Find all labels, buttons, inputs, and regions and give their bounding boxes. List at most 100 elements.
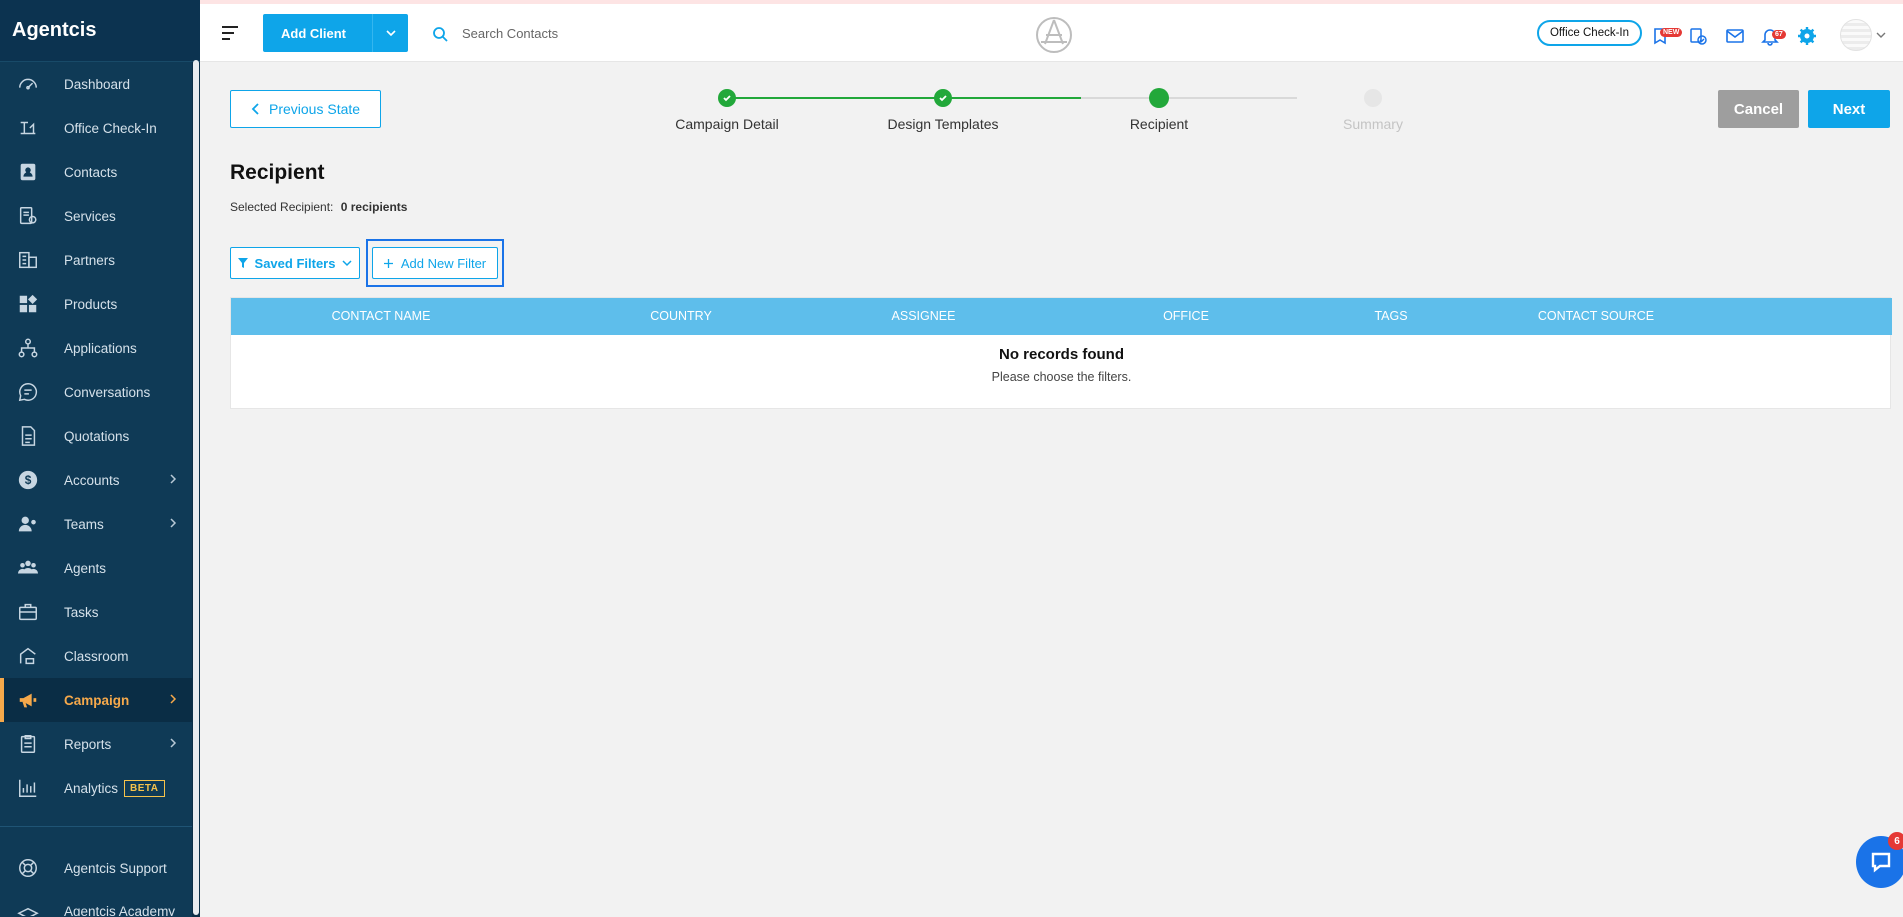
saved-filters-label: Saved Filters [254, 255, 336, 271]
step-summary-dot[interactable] [1364, 89, 1382, 107]
column-header-contact-name[interactable]: CONTACT NAME [291, 298, 471, 335]
sidebar-item-agentcis-support[interactable]: Agentcis Support [0, 846, 192, 890]
page-title: Recipient [230, 161, 325, 184]
sidebar-item-applications[interactable]: Applications [0, 326, 192, 370]
empty-state-subtitle: Please choose the filters. [991, 370, 1132, 384]
chevron-down-icon [342, 260, 352, 267]
agents-icon [16, 556, 40, 580]
stepper-line-pending [1081, 97, 1297, 99]
lifebuoy-icon [16, 856, 40, 880]
add-new-filter-button[interactable]: Add New Filter [372, 247, 498, 279]
company-logo-icon[interactable] [1034, 15, 1074, 55]
sidebar-item-label: Agents [64, 560, 107, 576]
sidebar-item-quotations[interactable]: Quotations [0, 414, 192, 458]
megaphone-icon [16, 688, 40, 712]
sidebar-item-label: Agentcis Support [64, 860, 167, 876]
chevron-down-icon[interactable] [1876, 31, 1886, 39]
sidebar-item-tasks[interactable]: Tasks [0, 590, 192, 634]
sidebar-item-label: Partners [64, 252, 116, 268]
sidebar-item-teams[interactable]: Teams [0, 502, 192, 546]
column-header-office[interactable]: OFFICE [1121, 298, 1251, 335]
sidebar: Agentcis Dashboard Office Check-In Conta… [0, 0, 200, 917]
academy-icon [16, 904, 40, 916]
sidebar-item-analytics[interactable]: Analytics BETA [0, 766, 192, 810]
stepper-line-done [727, 97, 1081, 99]
sidebar-item-agents[interactable]: Agents [0, 546, 192, 590]
step-design-templates-label[interactable]: Design Templates [863, 116, 1023, 132]
sidebar-item-agentcis-academy[interactable]: Agentcis Academy [0, 890, 192, 916]
sidebar-item-label: Office Check-In [64, 120, 157, 136]
sidebar-scrollbar[interactable] [193, 60, 199, 915]
recipients-table: CONTACT NAME COUNTRY ASSIGNEE OFFICE TAG… [230, 297, 1892, 409]
step-recipient-dot[interactable] [1149, 88, 1169, 108]
step-design-templates-dot[interactable] [934, 89, 952, 107]
sidebar-item-campaign[interactable]: Campaign [0, 678, 192, 722]
teams-icon [16, 512, 40, 536]
briefcase-icon [16, 600, 40, 624]
sidebar-item-label: Contacts [64, 164, 118, 180]
sidebar-item-contacts[interactable]: Contacts [0, 150, 192, 194]
column-header-tags[interactable]: TAGS [1331, 298, 1451, 335]
partners-icon [16, 248, 40, 272]
chevron-right-icon [170, 474, 177, 484]
sidebar-item-label: Services [64, 208, 116, 224]
sidebar-item-dashboard[interactable]: Dashboard [0, 62, 192, 106]
step-campaign-detail-dot[interactable] [718, 89, 736, 107]
main-content: Previous State Campaign Detail Design Te… [200, 62, 1903, 917]
office-checkin-button[interactable]: Office Check-In [1537, 20, 1642, 46]
sidebar-item-accounts[interactable]: $ Accounts [0, 458, 192, 502]
contacts-icon [16, 160, 40, 184]
user-avatar[interactable] [1840, 19, 1872, 51]
dollar-icon: $ [16, 468, 40, 492]
add-client-dropdown[interactable] [372, 14, 408, 52]
quotations-icon [16, 424, 40, 448]
campaign-stepper: Campaign Detail Design Templates Recipie… [200, 84, 1903, 134]
mail-icon[interactable] [1725, 26, 1745, 46]
column-header-country[interactable]: COUNTRY [611, 298, 751, 335]
task-check-icon[interactable] [1688, 26, 1708, 46]
classroom-icon [16, 644, 40, 668]
chevron-down-icon [385, 30, 396, 37]
sidebar-item-label: Campaign [64, 692, 130, 708]
sidebar-footer-nav: Agentcis Support Agentcis Academy [0, 846, 192, 916]
table-header: CONTACT NAME COUNTRY ASSIGNEE OFFICE TAG… [231, 298, 1892, 335]
sidebar-item-products[interactable]: Products [0, 282, 192, 326]
sidebar-item-label: Analytics [64, 780, 119, 796]
hamburger-menu-icon[interactable] [222, 26, 240, 40]
chat-unread-badge: 6 [1888, 832, 1903, 850]
sidebar-item-label: Dashboard [64, 76, 131, 92]
sidebar-item-label: Classroom [64, 648, 129, 664]
sidebar-item-partners[interactable]: Partners [0, 238, 192, 282]
gear-icon[interactable] [1797, 26, 1817, 46]
sidebar-item-services[interactable]: Services [0, 194, 192, 238]
step-campaign-detail-label[interactable]: Campaign Detail [647, 116, 807, 132]
sidebar-item-label: Accounts [64, 472, 120, 488]
search-contacts-input[interactable] [462, 18, 762, 48]
selected-recipient-label: Selected Recipient: [230, 200, 334, 214]
add-new-filter-label: Add New Filter [400, 255, 487, 271]
notification-count-badge: 67 [1772, 30, 1786, 39]
sidebar-nav: Dashboard Office Check-In Contacts Servi… [0, 62, 192, 810]
gauge-icon [16, 72, 40, 96]
top-bar: Add Client Office Check-In NEW 67 [200, 0, 1903, 62]
step-recipient-label[interactable]: Recipient [1079, 116, 1239, 132]
empty-state-title: No records found [998, 346, 1124, 363]
sidebar-item-classroom[interactable]: Classroom [0, 634, 192, 678]
column-header-assignee[interactable]: ASSIGNEE [851, 298, 996, 335]
add-client-button[interactable]: Add Client [263, 14, 408, 52]
next-button[interactable]: Next [1808, 90, 1890, 128]
column-header-contact-source[interactable]: CONTACT SOURCE [1496, 298, 1696, 335]
sidebar-item-label: Reports [64, 736, 112, 752]
sidebar-item-label: Applications [64, 340, 137, 356]
saved-filters-button[interactable]: Saved Filters [230, 247, 360, 279]
search-icon[interactable] [432, 26, 448, 42]
products-icon [16, 292, 40, 316]
sidebar-item-office-checkin[interactable]: Office Check-In [0, 106, 192, 150]
step-summary-label[interactable]: Summary [1293, 116, 1453, 132]
cancel-button[interactable]: Cancel [1718, 90, 1799, 128]
brand-logo[interactable]: Agentcis [0, 0, 200, 62]
sidebar-item-conversations[interactable]: Conversations [0, 370, 192, 414]
selected-recipient-count: 0 recipients [340, 200, 408, 214]
analytics-icon [16, 776, 40, 800]
sidebar-item-reports[interactable]: Reports [0, 722, 192, 766]
